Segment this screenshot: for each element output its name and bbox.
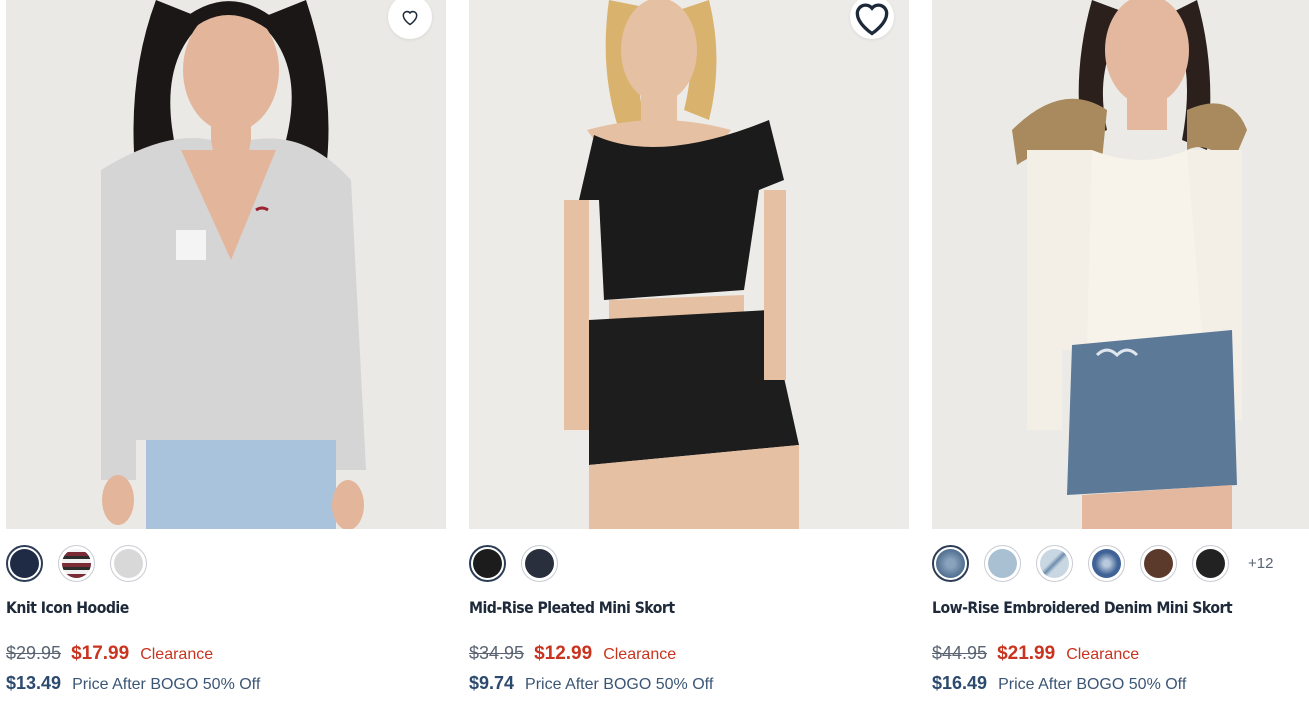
color-swatch[interactable] xyxy=(1088,544,1125,582)
color-swatch[interactable] xyxy=(469,544,506,582)
color-swatch[interactable] xyxy=(521,544,558,582)
clearance-label: Clearance xyxy=(1066,646,1140,663)
swatch-color xyxy=(114,548,143,578)
swatch-color xyxy=(525,548,554,578)
price-row: $44.95 $21.99 Clearance xyxy=(932,643,1139,665)
sale-price: $21.99 xyxy=(997,643,1056,664)
color-swatch[interactable] xyxy=(110,544,147,582)
color-swatch[interactable] xyxy=(1192,544,1229,582)
color-swatch[interactable] xyxy=(984,544,1021,582)
product-name[interactable]: Mid-Rise Pleated Mini Skort xyxy=(469,598,675,617)
bogo-price: $13.49 xyxy=(6,673,62,693)
swatch-color xyxy=(10,548,39,578)
color-swatch[interactable] xyxy=(1036,544,1073,582)
price-row: $34.95 $12.99 Clearance xyxy=(469,643,676,665)
original-price: $34.95 xyxy=(469,643,525,663)
clearance-label: Clearance xyxy=(140,646,214,663)
color-swatches xyxy=(469,544,558,582)
color-swatches xyxy=(6,544,147,582)
sale-price: $17.99 xyxy=(71,643,130,664)
wishlist-button[interactable] xyxy=(850,0,894,39)
swatch-color xyxy=(473,548,502,578)
bogo-row: $13.49 Price After BOGO 50% Off xyxy=(6,673,260,694)
swatch-color xyxy=(62,548,91,578)
bogo-label: Price After BOGO 50% Off xyxy=(525,676,714,693)
product-card[interactable]: +12 Low-Rise Embroidered Denim Mini Skor… xyxy=(932,0,1309,693)
swatch-color xyxy=(1040,548,1069,578)
swatch-color xyxy=(1144,548,1173,578)
bogo-price: $16.49 xyxy=(932,673,988,693)
product-card[interactable]: Knit Icon Hoodie $29.95 $17.99 Clearance… xyxy=(6,0,446,693)
color-swatch[interactable] xyxy=(6,544,43,582)
heart-outline-icon xyxy=(402,10,418,26)
color-swatch[interactable] xyxy=(58,544,95,582)
clearance-label: Clearance xyxy=(603,646,677,663)
swatch-color xyxy=(1092,548,1121,578)
bogo-price: $9.74 xyxy=(469,673,515,693)
bogo-label: Price After BOGO 50% Off xyxy=(72,676,261,693)
color-swatch[interactable] xyxy=(932,544,969,582)
more-colors-link[interactable]: +12 xyxy=(1248,555,1273,572)
original-price: $44.95 xyxy=(932,643,988,663)
original-price: $29.95 xyxy=(6,643,62,663)
price-row: $29.95 $17.99 Clearance xyxy=(6,643,213,665)
swatch-color xyxy=(988,548,1017,578)
product-image[interactable] xyxy=(6,0,446,529)
product-card[interactable]: Mid-Rise Pleated Mini Skort $34.95 $12.9… xyxy=(469,0,909,693)
swatch-color xyxy=(1196,548,1225,578)
bogo-row: $9.74 Price After BOGO 50% Off xyxy=(469,673,713,694)
color-swatch[interactable] xyxy=(1140,544,1177,582)
swatch-color xyxy=(936,548,965,578)
product-image[interactable] xyxy=(469,0,909,529)
product-name[interactable]: Low-Rise Embroidered Denim Mini Skort xyxy=(932,598,1233,617)
color-swatches: +12 xyxy=(932,544,1273,582)
sale-price: $12.99 xyxy=(534,643,593,664)
bogo-row: $16.49 Price After BOGO 50% Off xyxy=(932,673,1186,694)
product-name[interactable]: Knit Icon Hoodie xyxy=(6,598,129,617)
bogo-label: Price After BOGO 50% Off xyxy=(998,676,1187,693)
heart-outline-icon xyxy=(855,3,889,36)
product-image[interactable] xyxy=(932,0,1309,529)
